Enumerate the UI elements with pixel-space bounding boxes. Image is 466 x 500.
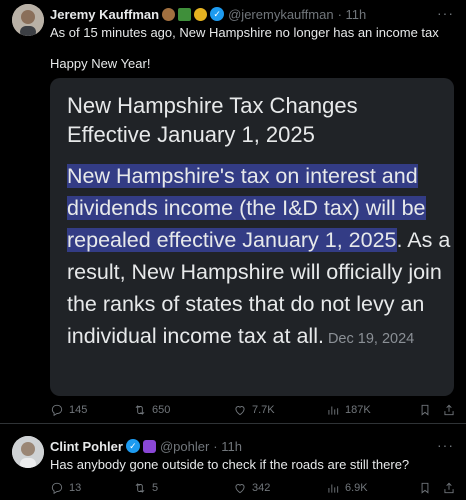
- heart-icon: [235, 406, 245, 416]
- avatar[interactable]: [12, 436, 44, 468]
- retweet-count: 650: [152, 404, 171, 416]
- avatar-photo-icon: [12, 4, 44, 36]
- reply-icon: [51, 482, 63, 495]
- avatar[interactable]: [12, 4, 44, 36]
- views-button[interactable]: 6.9K: [326, 481, 368, 495]
- retweet-count: 5: [152, 482, 159, 494]
- share-icon: [444, 404, 454, 416]
- reply-count: 145: [69, 404, 88, 416]
- author-name[interactable]: Clint Pohler: [50, 439, 123, 454]
- bookmark-button[interactable]: [418, 481, 437, 495]
- retweet-button[interactable]: 5: [133, 481, 158, 495]
- card-title: New Hampshire Tax Changes Effective Janu…: [67, 91, 358, 149]
- reply-count: 13: [69, 482, 82, 494]
- retweet-icon: [135, 405, 145, 415]
- author-handle[interactable]: @jeremykauffman: [228, 7, 333, 22]
- tweet-text: As of 15 minutes ago, New Hampshire no l…: [50, 25, 439, 40]
- bookmark-icon: [421, 404, 429, 416]
- people-emoji-icon: [142, 439, 156, 453]
- verified-badge-icon: ✓: [210, 7, 225, 21]
- card-date: Dec 19, 2024: [327, 331, 415, 347]
- bookmark-icon: [421, 482, 429, 494]
- view-count: 6.9K: [345, 482, 368, 494]
- tweet-text-second: Happy New Year!: [50, 56, 151, 71]
- like-count: 342: [252, 482, 271, 494]
- like-button[interactable]: 342: [233, 481, 270, 495]
- card-highlighted-text: New Hampshire's tax on interest and divi…: [67, 164, 426, 252]
- tweet-header: Jeremy Kauffman ✓ @jeremykauffman · 11h: [50, 6, 366, 22]
- tweet-header: Clint Pohler ✓ @pohler · 11h: [50, 438, 242, 454]
- analytics-icon: [328, 484, 339, 493]
- tweet-time[interactable]: · 11h: [338, 7, 367, 22]
- gold-emoji-icon: [194, 7, 208, 21]
- verified-badge-icon: ✓: [125, 439, 140, 453]
- author-handle[interactable]: @pohler: [160, 439, 209, 454]
- tweet-actions: 145 650 7.7K 187K: [50, 403, 466, 419]
- reply-icon: [51, 404, 63, 417]
- analytics-icon: [328, 406, 339, 415]
- like-button[interactable]: 7.7K: [233, 403, 275, 417]
- author-name[interactable]: Jeremy Kauffman: [50, 7, 159, 22]
- tweet-time[interactable]: · 11h: [213, 439, 242, 454]
- card-title-line2: Effective January 1, 2025: [67, 122, 315, 147]
- views-button[interactable]: 187K: [326, 403, 371, 417]
- tweet-main[interactable]: Jeremy Kauffman ✓ @jeremykauffman · 11h …: [0, 0, 466, 424]
- more-options-icon[interactable]: ···: [437, 5, 454, 21]
- like-count: 7.7K: [252, 404, 275, 416]
- bookmark-button[interactable]: [418, 403, 437, 417]
- tree-emoji-icon: [178, 7, 192, 21]
- attached-image-card[interactable]: New Hampshire Tax Changes Effective Janu…: [50, 78, 454, 396]
- tweet-actions: 13 5 342 6.9K: [50, 481, 466, 497]
- retweet-icon: [135, 483, 145, 493]
- more-options-icon[interactable]: ···: [437, 437, 454, 453]
- share-icon: [444, 482, 454, 494]
- heart-icon: [235, 484, 245, 494]
- reply-button[interactable]: 145: [50, 403, 87, 417]
- card-title-line1: New Hampshire Tax Changes: [67, 93, 358, 118]
- avatar-photo-icon: [12, 436, 44, 468]
- view-count: 187K: [345, 404, 371, 416]
- retweet-button[interactable]: 650: [133, 403, 170, 417]
- bear-emoji-icon: [162, 7, 176, 21]
- share-button[interactable]: [442, 403, 461, 417]
- card-body: New Hampshire's tax on interest and divi…: [67, 160, 453, 355]
- tweet-text: Has anybody gone outside to check if the…: [50, 457, 410, 472]
- share-button[interactable]: [442, 481, 461, 495]
- reply-button[interactable]: 13: [50, 481, 81, 495]
